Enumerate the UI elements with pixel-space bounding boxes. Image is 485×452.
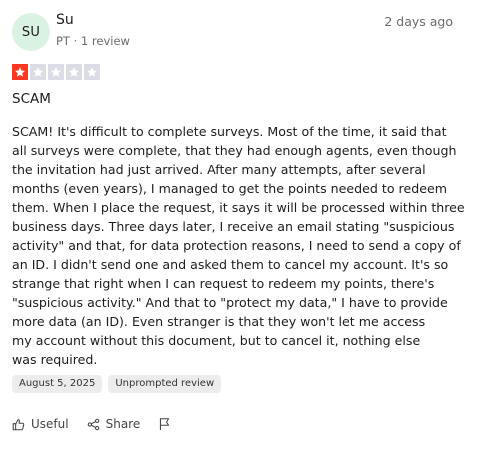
star-empty-icon (48, 64, 64, 80)
review-actions: Useful Share (12, 417, 171, 431)
review-card: SU Su PT · 1 review 2 days ago SCAM SCAM… (0, 0, 485, 452)
star-empty-icon (84, 64, 100, 80)
report-button[interactable] (158, 417, 171, 431)
review-type-badge[interactable]: Unprompted review (108, 375, 222, 393)
share-label: Share (105, 417, 141, 431)
reviewer-meta: PT · 1 review (56, 34, 130, 48)
star-empty-icon (30, 64, 46, 80)
review-body-line: SCAM! It's difficult to complete surveys… (12, 124, 447, 139)
flag-icon (158, 417, 171, 431)
useful-button[interactable]: Useful (12, 417, 69, 431)
useful-label: Useful (31, 417, 69, 431)
avatar[interactable]: SU (12, 13, 50, 51)
star-empty-icon (66, 64, 82, 80)
review-date-ago: 2 days ago (384, 14, 453, 29)
review-body-line: an ID. I didn't send one and asked them … (12, 257, 449, 272)
review-body-line: strange that right when I can request to… (12, 276, 435, 291)
review-body-line: months (even years), I managed to get th… (12, 181, 447, 196)
review-body-line: business days. Three days later, I recei… (12, 219, 455, 234)
review-body-line: was required. (12, 352, 98, 367)
share-button[interactable]: Share (87, 417, 141, 431)
share-icon (87, 418, 100, 431)
avatar-initials: SU (21, 24, 41, 40)
reviewer-name[interactable]: Su (56, 12, 74, 28)
review-title: SCAM (12, 91, 51, 107)
review-body: SCAM! It's difficult to complete surveys… (12, 122, 465, 369)
thumbs-up-icon (12, 418, 25, 431)
review-tags: August 5, 2025 Unprompted review (12, 375, 222, 393)
review-body-line: more data (an ID). Even stranger is that… (12, 314, 426, 329)
star-rating (12, 64, 100, 80)
review-body-line: them. When I place the request, it says … (12, 200, 465, 215)
star-filled-icon (12, 64, 28, 80)
experience-date-badge: August 5, 2025 (12, 375, 103, 393)
review-body-line: my account without this document, but to… (12, 333, 421, 348)
review-body-line: "suspicious activity." And that to "prot… (12, 295, 448, 310)
review-body-line: the invitation had just arrived. After m… (12, 162, 426, 177)
review-body-line: activity" and that, for data protection … (12, 238, 461, 253)
review-body-line: all surveys were complete, that they had… (12, 143, 457, 158)
